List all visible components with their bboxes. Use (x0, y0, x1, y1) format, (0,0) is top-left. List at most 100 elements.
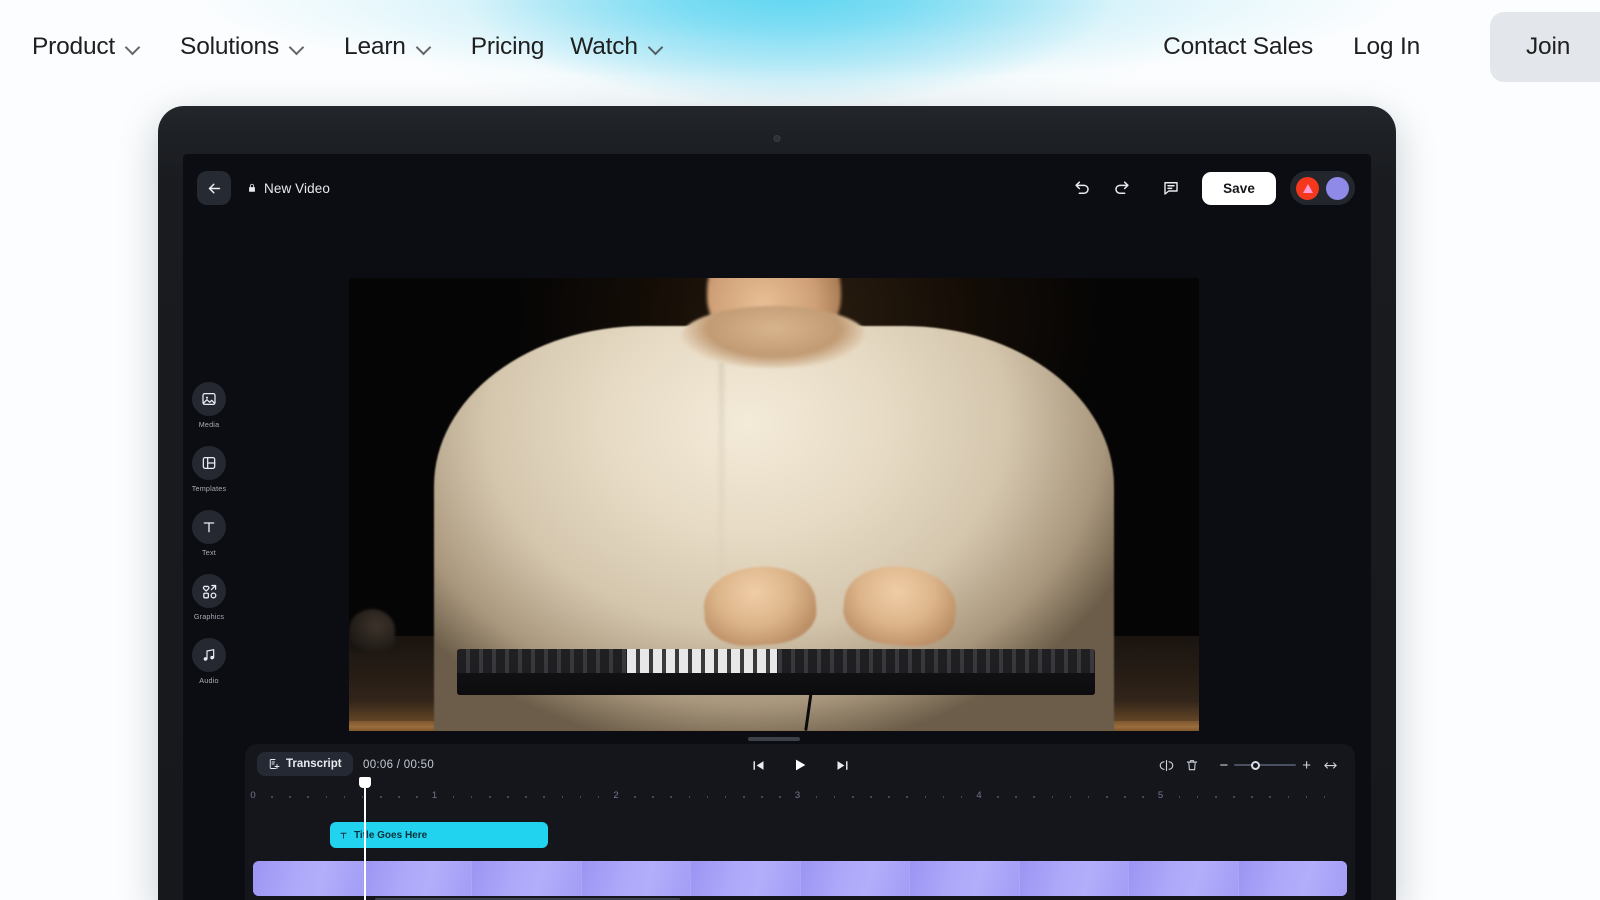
preview-foreground-prop (349, 609, 395, 651)
chevron-down-icon (417, 42, 431, 51)
site-top-navigation: Product Solutions Learn Pricing Watch Co… (0, 0, 1600, 93)
nav-item-product[interactable]: Product (28, 27, 154, 67)
preview-resize-handle[interactable] (748, 737, 800, 741)
ruler-tick-dot (325, 796, 328, 798)
fit-to-timeline-button[interactable] (1317, 752, 1343, 778)
video-preview[interactable] (349, 278, 1199, 731)
skip-forward-button[interactable] (829, 752, 855, 778)
zoom-slider-handle[interactable] (1251, 760, 1261, 770)
undo-button[interactable] (1065, 171, 1099, 205)
ruler-tick-dot (597, 796, 600, 798)
ruler-tick-dot (561, 796, 564, 798)
ruler-tick-label: 5 (1157, 790, 1164, 801)
playhead[interactable] (359, 777, 371, 900)
video-thumbnail-cell (472, 861, 582, 896)
ruler-tick-dot (960, 796, 963, 798)
editor-header: New Video Save (183, 154, 1371, 222)
transcript-button[interactable]: Transcript (257, 752, 353, 776)
ruler-tick-dot (1214, 796, 1217, 798)
ruler-tick-dot (1051, 796, 1054, 798)
timeline-tools: − + (1153, 752, 1343, 778)
rail-item-audio[interactable]: Audio (183, 638, 235, 685)
comment-button[interactable] (1154, 171, 1188, 205)
ruler-tick-dot (815, 796, 818, 798)
editor-tool-rail: Media Templates Text Graphics Audio (183, 222, 235, 900)
log-in-link[interactable]: Log In (1353, 33, 1420, 61)
avatar[interactable] (1326, 176, 1349, 200)
play-button[interactable] (787, 752, 813, 778)
contact-sales-link[interactable]: Contact Sales (1163, 33, 1313, 61)
ruler-tick-dot (870, 796, 872, 798)
split-clip-icon (1159, 759, 1174, 771)
rail-item-templates[interactable]: Templates (183, 446, 235, 493)
laptop-mockup: New Video Save Media Templates Text Grap… (158, 106, 1396, 900)
ruler-tick-dot (1015, 796, 1017, 798)
text-t-icon (340, 832, 347, 839)
playhead-handle[interactable] (359, 777, 371, 788)
nav-item-label: Learn (344, 32, 406, 60)
rail-item-graphics[interactable]: Graphics (183, 574, 235, 621)
ruler-tick-dot (579, 796, 582, 798)
ruler-tick-dot (289, 796, 291, 798)
ruler-tick-dot (343, 796, 346, 798)
skip-forward-icon (837, 760, 847, 770)
nav-item-pricing[interactable]: Pricing (467, 27, 559, 67)
ruler-tick-dot (416, 796, 418, 798)
record-button[interactable] (1296, 176, 1319, 200)
skip-back-icon (753, 760, 763, 770)
video-thumbnail-cell (800, 861, 910, 896)
nav-item-learn[interactable]: Learn (340, 27, 445, 67)
transcript-button-label: Transcript (286, 758, 342, 770)
zoom-slider-group: − + (1219, 758, 1311, 773)
ruler-tick-dot (833, 796, 836, 798)
comment-icon (1164, 182, 1178, 195)
rail-item-label: Media (198, 420, 220, 429)
skip-back-button[interactable] (745, 752, 771, 778)
ruler-tick-dot (1033, 796, 1036, 798)
ruler-tick-dot (761, 796, 763, 798)
nav-item-solutions[interactable]: Solutions (176, 27, 318, 67)
ruler-tick-dot (470, 796, 473, 798)
editor-screen: New Video Save Media Templates Text Grap… (183, 154, 1371, 900)
video-clip-track[interactable] (253, 861, 1347, 896)
video-thumbnail-cell (1238, 861, 1347, 896)
join-button[interactable]: Join (1490, 11, 1600, 82)
ruler-tick-dot (1269, 796, 1271, 798)
zoom-slider-track[interactable] (1234, 760, 1297, 770)
rail-item-text[interactable]: Text (183, 510, 235, 557)
chevron-down-icon (649, 42, 663, 51)
timeline-ruler[interactable]: 0 1 2 3 4 5 (245, 787, 1355, 809)
ruler-tick-dot (452, 796, 455, 798)
project-title-group[interactable]: New Video (247, 181, 330, 196)
fit-horizontal-icon (1323, 761, 1337, 769)
zoom-in-button[interactable]: + (1302, 758, 1311, 773)
playback-controls (745, 752, 855, 778)
ruler-tick-dot (1178, 796, 1181, 798)
back-button[interactable] (197, 171, 231, 205)
rail-item-media[interactable]: Media (183, 382, 235, 429)
redo-button[interactable] (1104, 171, 1138, 205)
record-triangle-icon (1302, 183, 1313, 193)
ruler-tick-dot (1106, 796, 1108, 798)
ruler-tick-dot (743, 796, 745, 798)
title-clip[interactable]: Title Goes Here (330, 822, 548, 848)
video-thumbnail-cell (1129, 861, 1239, 896)
ruler-tick-dot (652, 796, 654, 798)
timeline-toolbar: Transcript 00:06 / 00:50 − + (245, 744, 1355, 787)
nav-item-label: Pricing (470, 32, 545, 60)
ruler-tick-dot (1124, 796, 1126, 798)
save-button[interactable]: Save (1202, 171, 1276, 205)
split-clip-button[interactable] (1153, 752, 1179, 778)
rail-item-label: Graphics (193, 612, 225, 621)
zoom-out-button[interactable]: − (1219, 758, 1228, 773)
delete-clip-button[interactable] (1179, 752, 1205, 778)
nav-item-label: Watch (570, 32, 638, 60)
ruler-tick-dot (997, 796, 999, 798)
nav-item-watch[interactable]: Watch (566, 27, 677, 67)
ruler-tick-dot (1287, 796, 1290, 798)
text-t-icon (192, 510, 226, 544)
redo-icon (1114, 180, 1129, 194)
timeline-tracks: Title Goes Here (245, 810, 1355, 900)
chevron-down-icon (290, 42, 304, 51)
ruler-tick-dot (1196, 796, 1199, 798)
